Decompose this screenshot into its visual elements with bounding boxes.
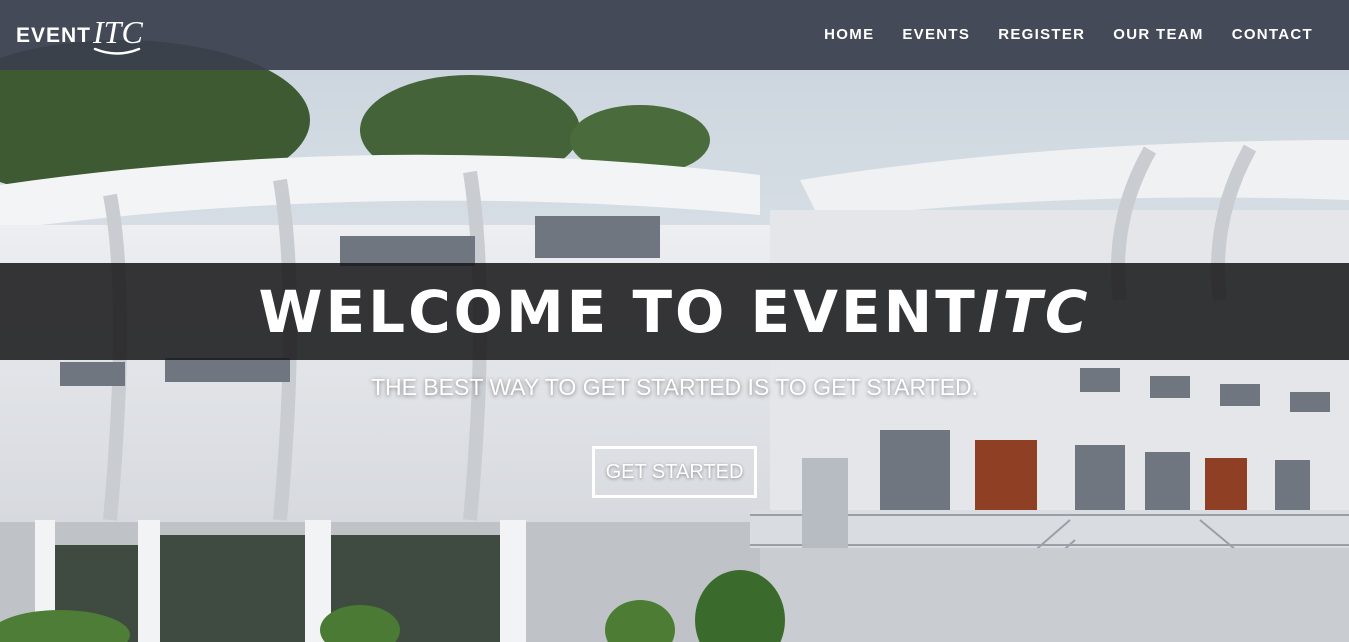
nav-item-events: EVENTS	[888, 0, 984, 70]
top-navbar: EVENT ITC HOME EVENTS REGISTER OUR TEAM …	[0, 0, 1349, 70]
nav-link-home[interactable]: HOME	[810, 0, 888, 70]
nav-item-register: REGISTER	[984, 0, 1099, 70]
welcome-band: WELCOME TO EVENTITC	[0, 263, 1349, 360]
brand-swoosh-icon	[93, 47, 141, 55]
nav-menu: HOME EVENTS REGISTER OUR TEAM CONTACT	[810, 0, 1327, 70]
nav-item-our-team: OUR TEAM	[1099, 0, 1217, 70]
get-started-button[interactable]: GET STARTED	[592, 446, 757, 498]
nav-link-register[interactable]: REGISTER	[984, 0, 1099, 70]
page-title-main: WELCOME TO EVENT	[258, 277, 978, 346]
hero-section: EVENT ITC HOME EVENTS REGISTER OUR TEAM …	[0, 0, 1349, 642]
nav-link-our-team[interactable]: OUR TEAM	[1099, 0, 1217, 70]
page-title: WELCOME TO EVENTITC	[259, 283, 1091, 341]
hero-tagline: THE BEST WAY TO GET STARTED IS TO GET ST…	[370, 374, 979, 400]
nav-link-events[interactable]: EVENTS	[888, 0, 984, 70]
page-title-accent: ITC	[977, 277, 1091, 346]
nav-item-contact: CONTACT	[1218, 0, 1327, 70]
brand-accent-text: ITC	[93, 14, 143, 50]
nav-link-contact[interactable]: CONTACT	[1218, 0, 1327, 70]
nav-item-home: HOME	[810, 0, 888, 70]
brand-name: EVENT	[16, 24, 92, 47]
brand-accent: ITC	[93, 16, 143, 56]
brand-logo[interactable]: EVENT ITC	[16, 14, 143, 56]
